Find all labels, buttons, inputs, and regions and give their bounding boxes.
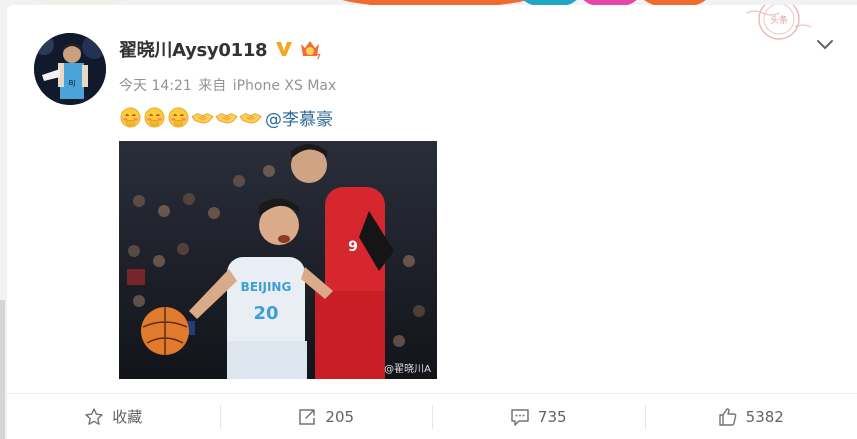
comment-button[interactable]: 735 [432, 394, 645, 439]
repost-button[interactable]: 205 [219, 394, 433, 439]
post-timestamp[interactable]: 今天 14:21 [119, 78, 192, 94]
post-photo[interactable]: 9 BEIJING 20 @翟晓川A [119, 141, 437, 379]
shy-face-emoji [144, 107, 165, 127]
favorite-button[interactable]: 收藏 [7, 394, 220, 439]
repost-count: 205 [325, 407, 355, 426]
svg-text:BJ: BJ [69, 79, 76, 87]
svg-text:7: 7 [316, 53, 321, 60]
post-meta: 今天 14:21 来自 iPhone XS Max [119, 75, 338, 95]
svg-text:头条: 头条 [770, 14, 788, 26]
left-jersey-text: BEIJING [241, 280, 292, 294]
shy-face-emoji [120, 107, 141, 127]
like-count: 5382 [745, 407, 784, 426]
star-icon [85, 407, 103, 425]
source-prefix: 来自 [198, 78, 227, 94]
username[interactable]: 翟晓川Aysy0118 [119, 36, 268, 62]
vip-crown-icon[interactable]: 7 [298, 38, 322, 60]
photo-watermark: @翟晓川A [384, 364, 431, 375]
left-jersey-number: 20 [253, 303, 278, 324]
mention-link[interactable]: @李慕豪 [265, 105, 333, 130]
thumbs-up-icon [718, 407, 737, 426]
postmark-stamp: 头条 [745, 5, 815, 49]
chevron-down-icon[interactable] [814, 33, 836, 55]
handshake-emoji [215, 112, 238, 124]
repost-icon [299, 408, 316, 425]
weibo-post-card: 头条 BJ 翟晓川Aysy0118 7 今天 14:21 来自 iPhone X… [7, 5, 857, 439]
avatar[interactable]: BJ [34, 33, 106, 105]
like-button[interactable]: 5382 [644, 394, 857, 439]
comment-icon [511, 408, 529, 426]
comment-count: 735 [537, 407, 567, 426]
handshake-emoji [191, 112, 214, 124]
scrollbar-edge [0, 300, 5, 439]
source-device[interactable]: iPhone XS Max [233, 78, 337, 94]
shy-face-emoji [168, 107, 189, 127]
favorite-label: 收藏 [112, 408, 143, 426]
action-bar: 收藏 205 735 5382 [7, 393, 857, 439]
handshake-emoji [239, 112, 262, 124]
verified-v-icon[interactable] [274, 39, 294, 59]
right-jersey-number: 9 [348, 239, 358, 255]
post-text: @李慕豪 [119, 104, 333, 130]
